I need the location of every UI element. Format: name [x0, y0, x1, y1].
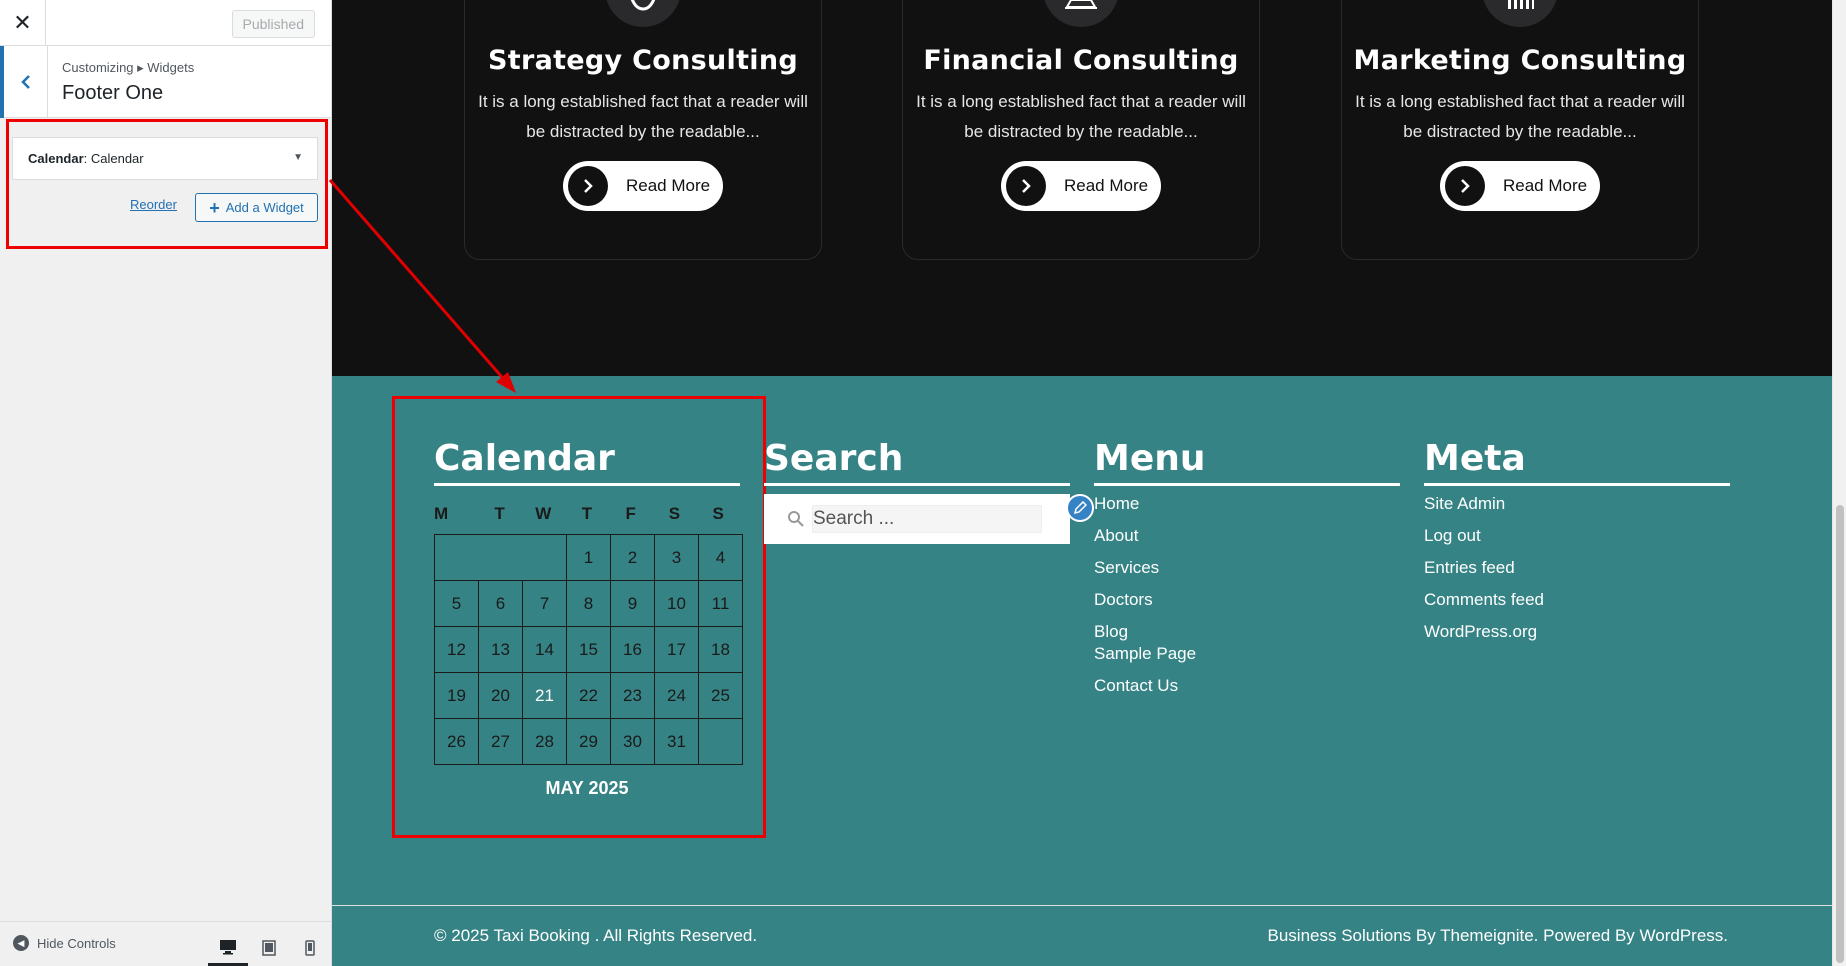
read-more-button[interactable]: Read More: [563, 161, 723, 211]
read-more-label: Read More: [1503, 176, 1588, 195]
service-title: Strategy Consulting: [488, 45, 798, 76]
services-section: Strategy Consulting It is a long establi…: [332, 0, 1832, 376]
read-more-button[interactable]: Read More: [1001, 161, 1161, 211]
meta-link-comments-feed[interactable]: Comments feed: [1424, 590, 1544, 610]
menu-widget-title: Menu: [1094, 438, 1400, 486]
search-form: [764, 494, 1070, 544]
section-header: Customizing ▸ Widgets Footer One: [0, 46, 331, 118]
edit-shortcut-button[interactable]: [1066, 494, 1094, 522]
menu-item-home[interactable]: Home: [1094, 494, 1139, 514]
hide-controls-label: Hide Controls: [37, 935, 116, 951]
meta-widget-title: Meta: [1424, 438, 1730, 486]
mobile-preview-button[interactable]: [290, 930, 330, 966]
menu-item-blog[interactable]: Blog: [1094, 622, 1128, 642]
meta-link-site-admin[interactable]: Site Admin: [1424, 494, 1505, 514]
bar-chart-icon: [1482, 0, 1558, 27]
service-card: Financial Consulting It is a long establ…: [902, 0, 1260, 260]
menu-item-contact-us[interactable]: Contact Us: [1094, 676, 1178, 696]
menu-item-doctors[interactable]: Doctors: [1094, 590, 1153, 610]
search-widget-title: Search: [764, 438, 1070, 486]
annotation-highlight-box: [392, 396, 766, 838]
meta-link-entries-feed[interactable]: Entries feed: [1424, 558, 1515, 578]
strategy-icon: [605, 0, 681, 27]
footer-divider: [332, 905, 1832, 906]
read-more-button[interactable]: Read More: [1440, 161, 1600, 211]
site-preview: Strategy Consulting It is a long establi…: [332, 0, 1832, 966]
arrow-right-icon: [1445, 166, 1485, 206]
customizer-header: ✕ Published: [0, 0, 331, 46]
credits-text[interactable]: Business Solutions By Themeignite. Power…: [1268, 926, 1728, 946]
copyright-text: © 2025 Taxi Booking . All Rights Reserve…: [434, 926, 758, 945]
hide-controls-button[interactable]: ◀ Hide Controls: [13, 935, 116, 951]
customizer-sidebar: ✕ Published Customizing ▸ Widgets Footer…: [0, 0, 332, 966]
desktop-preview-button[interactable]: [208, 930, 248, 966]
menu-item-sample-page[interactable]: Sample Page: [1094, 644, 1196, 664]
search-input[interactable]: [812, 505, 1042, 533]
back-button[interactable]: [0, 46, 48, 118]
chevron-left-icon: [20, 75, 30, 89]
service-title: Marketing Consulting: [1353, 45, 1687, 76]
mobile-icon: [305, 940, 315, 956]
section-title: Footer One: [62, 82, 164, 104]
tablet-icon: [262, 940, 276, 956]
tablet-preview-button[interactable]: [249, 930, 289, 966]
read-more-label: Read More: [1064, 176, 1149, 195]
service-text: It is a long established fact that a rea…: [916, 92, 1246, 141]
annotation-highlight-box: [6, 119, 328, 249]
service-card: Marketing Consulting It is a long establ…: [1341, 0, 1699, 260]
service-title: Financial Consulting: [923, 45, 1239, 76]
scrollbar-thumb[interactable]: [1836, 505, 1844, 963]
customizer-footer: ◀ Hide Controls: [0, 921, 331, 966]
search-icon[interactable]: [787, 510, 805, 528]
menu-item-about[interactable]: About: [1094, 526, 1138, 546]
service-text: It is a long established fact that a rea…: [1355, 92, 1685, 141]
arrow-right-icon: [568, 166, 608, 206]
breadcrumb: Customizing ▸ Widgets: [62, 60, 195, 75]
preview-scrollbar[interactable]: [1832, 0, 1846, 966]
read-more-label: Read More: [626, 176, 711, 195]
site-footer: Calendar M T W T F S S 1 2 3 4 5 6 7 8 9 10 11 12 13…: [332, 376, 1832, 966]
service-card: Strategy Consulting It is a long establi…: [464, 0, 822, 260]
arrow-right-icon: [1006, 166, 1046, 206]
publish-button[interactable]: Published: [231, 10, 315, 38]
service-text: It is a long established fact that a rea…: [478, 92, 808, 141]
desktop-icon: [220, 939, 236, 954]
collapse-icon: ◀: [13, 935, 29, 951]
close-customizer-button[interactable]: ✕: [0, 0, 46, 46]
car-icon: [1043, 0, 1119, 27]
close-icon: ✕: [13, 10, 32, 35]
meta-link-wordpress-org[interactable]: WordPress.org: [1424, 622, 1537, 642]
meta-link-log-out[interactable]: Log out: [1424, 526, 1481, 546]
menu-item-services[interactable]: Services: [1094, 558, 1159, 578]
pencil-icon: [1073, 501, 1087, 515]
